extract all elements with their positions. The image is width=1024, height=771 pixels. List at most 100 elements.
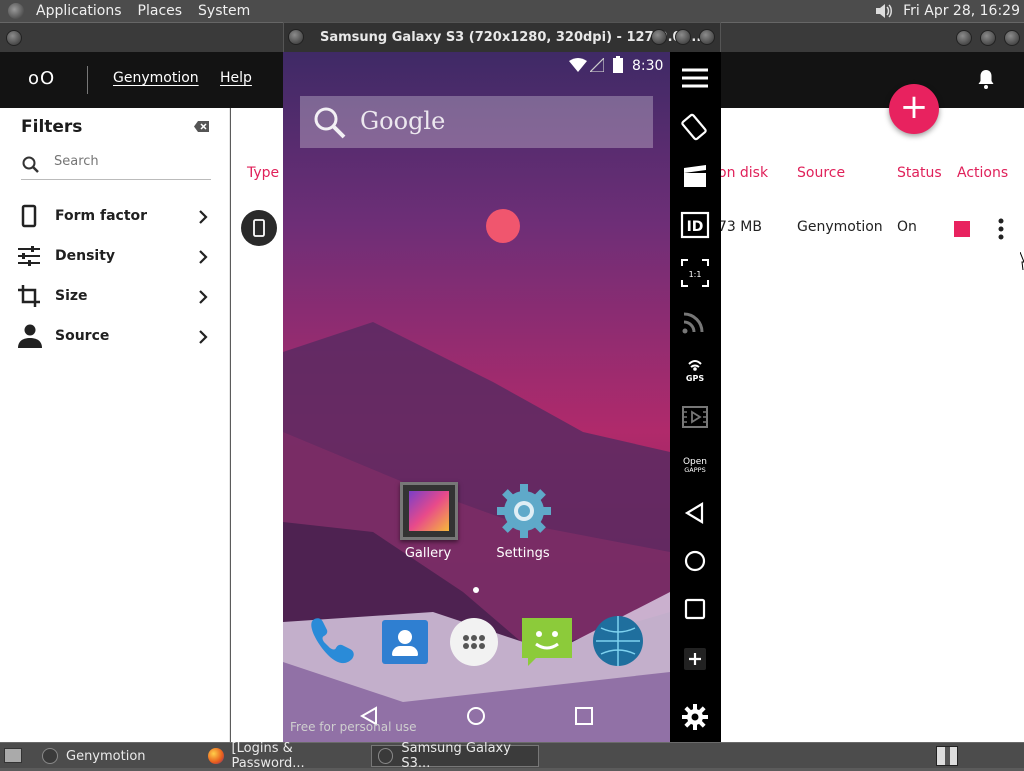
emulator-toolbar: ID 1:1 GPS Open GAPPS	[670, 52, 721, 742]
battery-icon	[613, 56, 623, 73]
nav-help[interactable]: Help	[220, 70, 252, 86]
media-icon[interactable]	[680, 402, 710, 432]
close-icon[interactable]	[699, 29, 715, 45]
clock[interactable]: Fri Apr 28, 16:29	[903, 3, 1020, 19]
task-logins-passwords[interactable]: [Logins & Password...	[202, 741, 366, 771]
clear-filters-icon[interactable]	[194, 121, 209, 132]
menu-icon[interactable]	[680, 64, 710, 94]
opengapps-icon[interactable]: OpenGAPPS	[680, 450, 710, 480]
home-icon[interactable]	[466, 706, 486, 726]
workspace-switcher[interactable]	[936, 746, 958, 766]
emulator-window-titlebar[interactable]: Samsung Galaxy S3 (720x1280, 320dpi) - 1…	[283, 22, 721, 52]
phone-icon	[21, 204, 37, 228]
show-desktop-icon[interactable]	[4, 748, 22, 763]
column-source[interactable]: Source	[797, 165, 845, 181]
volume-icon[interactable]	[873, 1, 895, 21]
gps-icon[interactable]: GPS	[680, 354, 710, 384]
device-status: On	[897, 219, 917, 235]
more-vertical-icon[interactable]	[997, 218, 1005, 240]
svg-text:1:1: 1:1	[689, 270, 702, 279]
app-drawer-icon[interactable]	[450, 618, 498, 666]
contacts-icon[interactable]	[378, 614, 432, 668]
settings-icon[interactable]	[680, 702, 710, 732]
wallpaper-moon	[486, 209, 520, 243]
minimize-icon[interactable]	[956, 30, 972, 46]
network-icon[interactable]	[680, 306, 710, 336]
google-search-bar[interactable]: Google	[300, 96, 653, 148]
header-divider	[87, 66, 88, 94]
filter-label: Density	[55, 248, 116, 264]
chevron-right-icon	[199, 210, 208, 224]
system-logo-icon[interactable]	[8, 3, 24, 19]
filters-title: Filters	[21, 117, 83, 137]
task-label: Genymotion	[66, 748, 146, 764]
app-gallery[interactable]: Gallery	[400, 482, 458, 561]
menu-system[interactable]: System	[190, 3, 258, 19]
app-label: Gallery	[404, 546, 452, 561]
close-icon[interactable]	[1004, 30, 1020, 46]
messaging-icon[interactable]	[520, 614, 574, 668]
recents-icon[interactable]	[680, 594, 710, 624]
app-settings[interactable]: Settings	[495, 482, 553, 561]
filter-label: Size	[55, 288, 88, 304]
person-icon	[18, 324, 42, 348]
column-size-on-disk[interactable]: on disk	[718, 165, 768, 181]
mouse-cursor-icon	[1020, 252, 1024, 270]
recents-icon[interactable]	[575, 707, 593, 725]
window-menu-icon[interactable]	[288, 29, 304, 45]
maximize-icon[interactable]	[675, 29, 691, 45]
column-actions[interactable]: Actions	[957, 165, 1008, 181]
pixel-perfect-icon[interactable]: 1:1	[680, 258, 710, 288]
notification-bell-icon[interactable]	[976, 68, 996, 90]
app-label: Settings	[496, 546, 550, 561]
sliders-icon	[18, 246, 40, 266]
stop-device-button[interactable]	[954, 221, 970, 237]
filter-label: Source	[55, 328, 110, 344]
search-input[interactable]	[54, 154, 204, 169]
browser-icon[interactable]	[591, 614, 645, 668]
crop-icon	[18, 285, 40, 307]
google-search-text: Google	[360, 107, 446, 135]
svg-text:GPS: GPS	[686, 374, 704, 383]
filter-source[interactable]: Source	[17, 316, 213, 356]
device-source: Genymotion	[797, 219, 883, 235]
firefox-icon	[208, 748, 224, 764]
add-device-button[interactable]: +	[889, 84, 939, 134]
phone-icon[interactable]	[303, 614, 357, 668]
emulator-window-title: Samsung Galaxy S3 (720x1280, 320dpi) - 1…	[320, 30, 702, 45]
signal-icon	[590, 58, 604, 72]
more-widgets-icon[interactable]	[680, 644, 710, 674]
chevron-right-icon	[199, 290, 208, 304]
android-screen[interactable]: 8:30 Google Gallery Settings Free for pe…	[283, 52, 670, 742]
back-icon[interactable]	[680, 498, 710, 528]
gallery-icon	[400, 482, 458, 540]
chevron-right-icon	[199, 330, 208, 344]
maximize-icon[interactable]	[980, 30, 996, 46]
nav-genymotion[interactable]: Genymotion	[113, 70, 199, 86]
genymotion-logo: oO	[28, 68, 56, 89]
search-icon	[22, 156, 39, 173]
screenrecord-icon[interactable]	[680, 162, 710, 192]
device-size: 73 MB	[718, 219, 762, 235]
menu-applications[interactable]: Applications	[28, 3, 130, 19]
device-id-icon[interactable]: ID	[680, 210, 710, 240]
column-status[interactable]: Status	[897, 165, 942, 181]
task-genymotion[interactable]: Genymotion	[36, 745, 196, 767]
menu-places[interactable]: Places	[130, 3, 191, 19]
filter-search[interactable]	[21, 150, 211, 180]
filter-density[interactable]: Density	[17, 236, 213, 276]
status-time: 8:30	[632, 58, 664, 74]
filters-panel: Filters Form factor Density Size	[0, 108, 230, 742]
device-type-icon	[241, 210, 277, 246]
home-icon[interactable]	[680, 546, 710, 576]
task-samsung-galaxy[interactable]: Samsung Galaxy S3...	[371, 741, 539, 771]
filter-size[interactable]: Size	[17, 276, 213, 316]
minimize-icon[interactable]	[651, 29, 667, 45]
window-menu-icon[interactable]	[6, 30, 22, 46]
chevron-right-icon	[199, 250, 208, 264]
filter-form-factor[interactable]: Form factor	[17, 196, 213, 236]
taskbar: Genymotion [Logins & Password... Samsung…	[0, 741, 1024, 771]
svg-text:ID: ID	[687, 219, 704, 235]
column-type[interactable]: Type	[247, 165, 279, 181]
rotate-icon[interactable]	[680, 112, 710, 142]
